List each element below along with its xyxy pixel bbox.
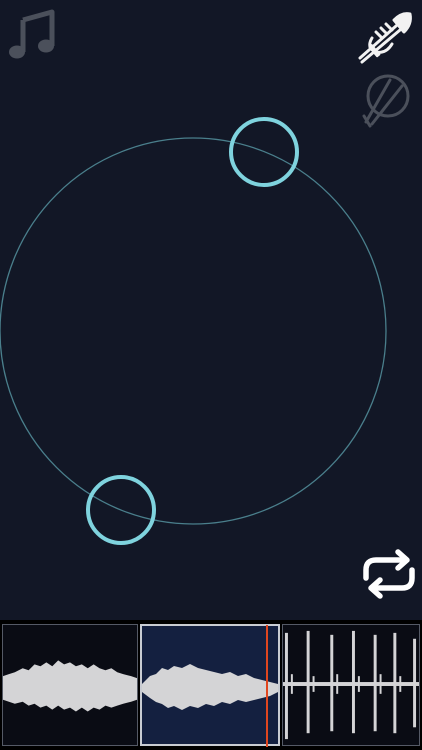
- waveform-graphic: [3, 660, 137, 712]
- trumpet-icon[interactable]: [356, 8, 414, 64]
- waveform-clip-1[interactable]: [2, 624, 138, 746]
- waveform-strip[interactable]: [0, 620, 422, 750]
- music-note-icon[interactable]: [6, 8, 56, 60]
- orbit-circle: [0, 137, 387, 525]
- waveform-clip-3[interactable]: [282, 624, 420, 746]
- app-root: [0, 0, 422, 750]
- waveform-graphic: [283, 630, 419, 740]
- tambourine-icon[interactable]: [356, 70, 414, 128]
- loop-icon[interactable]: [358, 548, 420, 600]
- playhead[interactable]: [266, 625, 268, 747]
- waveform-clip-2-selected[interactable]: [140, 624, 280, 746]
- waveform-graphic: [142, 664, 278, 710]
